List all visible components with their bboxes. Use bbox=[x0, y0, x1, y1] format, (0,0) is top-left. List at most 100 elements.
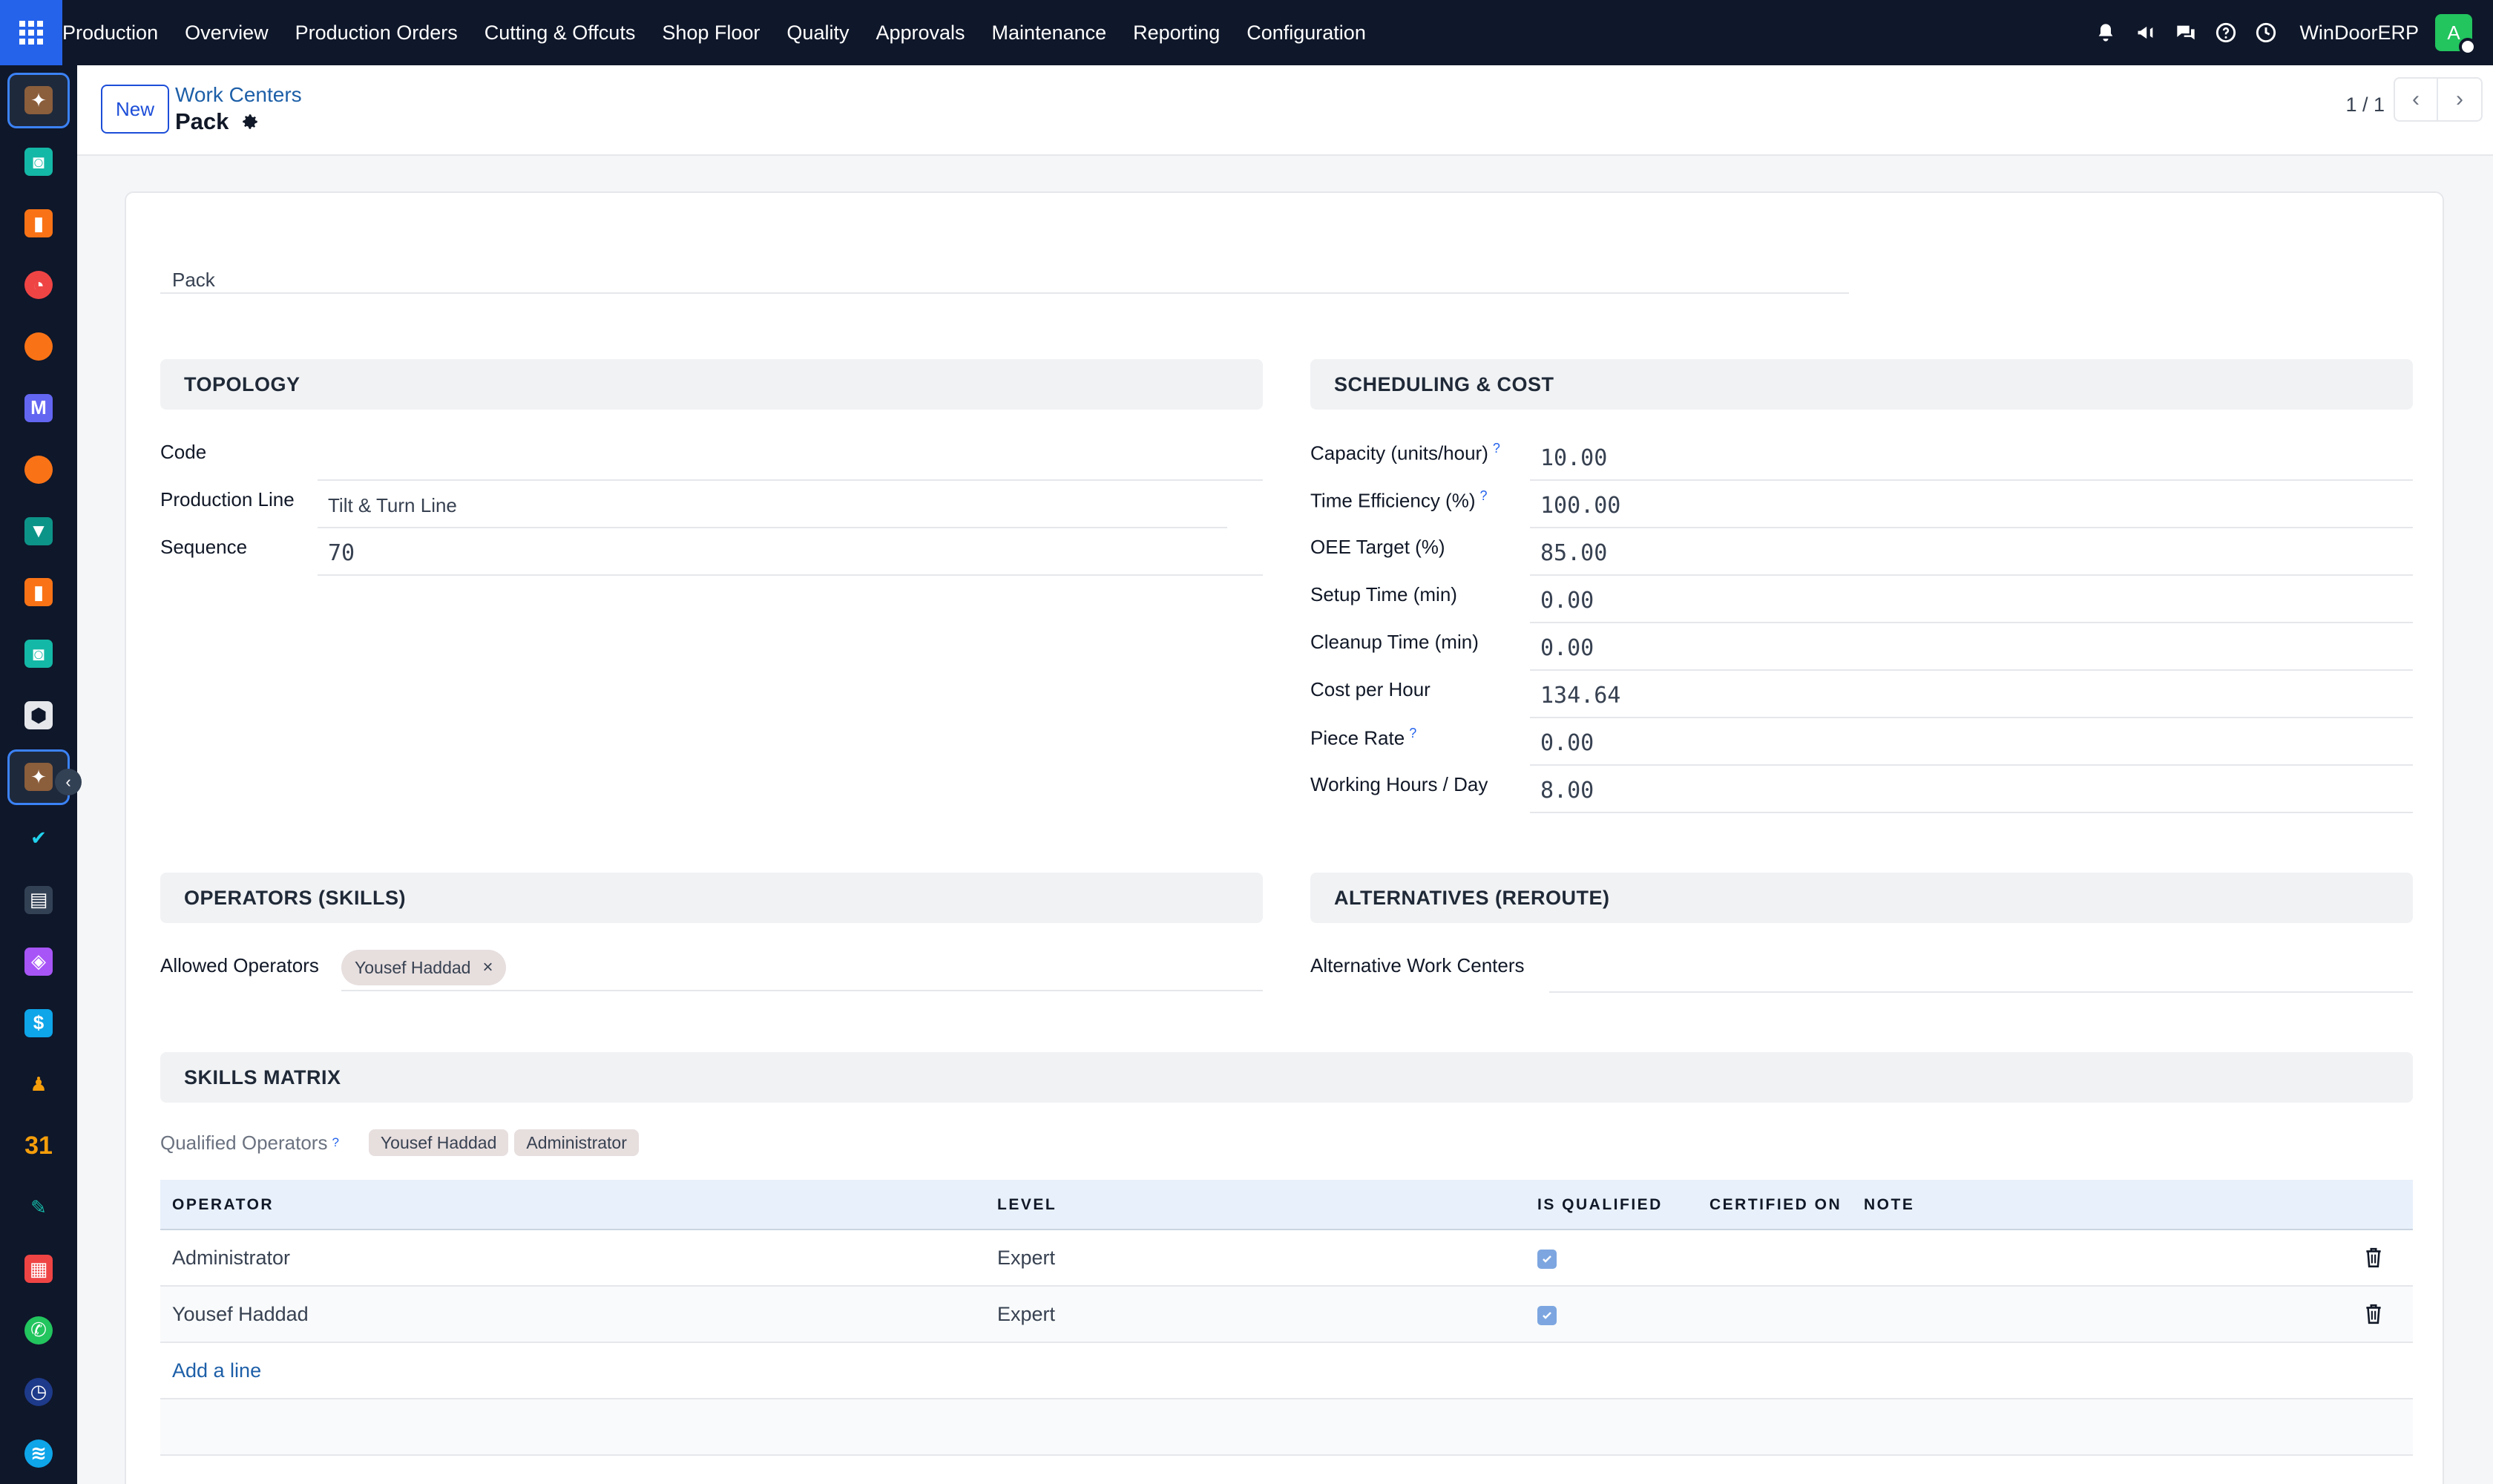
scheduling-label: Cost per Hour bbox=[1310, 678, 1431, 701]
sidebar-item-reporting-2[interactable]: ▮ bbox=[7, 565, 70, 620]
menu-overview[interactable]: Overview bbox=[171, 22, 282, 45]
menu-quality[interactable]: Quality bbox=[773, 22, 862, 45]
sidebar-item-whatsapp[interactable]: ✆ bbox=[7, 1303, 70, 1359]
whatsapp-icon: ✆ bbox=[24, 1316, 53, 1345]
sidebar-item-inventory[interactable]: ⬢ bbox=[7, 688, 70, 743]
sidebar-item-dashboard[interactable]: ▦ bbox=[7, 1241, 70, 1297]
sidebar-item-chat[interactable] bbox=[7, 441, 70, 497]
qualified-checkbox[interactable] bbox=[1537, 1250, 1557, 1269]
sidebar-item-invoice[interactable]: $ bbox=[7, 995, 70, 1051]
sidebar-item-pie[interactable]: ◔ bbox=[7, 257, 70, 313]
sidebar-item-manufacturing[interactable]: ✦ bbox=[7, 73, 70, 128]
gear-icon[interactable] bbox=[240, 112, 260, 131]
alternative-work-centers-input[interactable] bbox=[1549, 948, 2413, 993]
sign-icon: ✎ bbox=[30, 1195, 47, 1218]
scheduling-label-text: Cleanup Time (min) bbox=[1310, 631, 1479, 653]
clock-icon[interactable] bbox=[2255, 22, 2277, 44]
menu-reporting[interactable]: Reporting bbox=[1120, 22, 1233, 45]
sidebar-item-clock[interactable]: ◷ bbox=[7, 1364, 70, 1419]
col-certified-on[interactable]: CERTIFIED ON bbox=[1709, 1196, 1842, 1214]
sidebar-item-mail[interactable]: M bbox=[7, 380, 70, 436]
pager: ‹ › bbox=[2394, 77, 2483, 122]
systray: WinDoorERP A bbox=[2086, 0, 2493, 65]
help-icon[interactable]: ? bbox=[1480, 488, 1488, 503]
grid-icon bbox=[19, 21, 43, 45]
code-input[interactable] bbox=[318, 436, 1263, 481]
sidebar-item-reporting[interactable]: ▮ bbox=[7, 196, 70, 252]
sequence-input[interactable]: 70 bbox=[318, 531, 1263, 576]
section-scheduling-cost: SCHEDULING & COST bbox=[1310, 359, 2413, 410]
trash-icon[interactable] bbox=[2364, 1247, 2383, 1269]
scheduling-input[interactable]: 100.00 bbox=[1530, 484, 2413, 528]
help-icon[interactable]: ? bbox=[1493, 441, 1500, 456]
menu-maintenance[interactable]: Maintenance bbox=[979, 22, 1120, 45]
sequence-label: Sequence bbox=[160, 536, 248, 558]
menu-cutting-offcuts[interactable]: Cutting & Offcuts bbox=[471, 22, 649, 45]
allowed-operators-input[interactable]: Yousef Haddad × bbox=[341, 944, 1263, 991]
cell-operator: Yousef Haddad bbox=[172, 1303, 309, 1325]
table-row[interactable]: Yousef Haddad Expert bbox=[160, 1287, 2413, 1343]
menu-configuration[interactable]: Configuration bbox=[1233, 22, 1379, 45]
help-icon[interactable]: ? bbox=[1409, 726, 1416, 741]
scheduling-input[interactable]: 10.00 bbox=[1530, 436, 2413, 481]
apps-menu-button[interactable] bbox=[0, 0, 62, 65]
company-name[interactable]: WinDoorERP bbox=[2299, 22, 2419, 45]
scheduling-label: Setup Time (min) bbox=[1310, 583, 1457, 606]
app-sidebar: ✦ ◙ ▮ ◔ M ▼ ▮ ◙ ⬢ ✦ ‹ ✔ ▤ ◈ $ ♟ 31 ✎ ▦ ✆… bbox=[0, 65, 82, 1484]
menu-production-orders[interactable]: Production Orders bbox=[282, 22, 471, 45]
breadcrumb-work-centers[interactable]: Work Centers bbox=[175, 83, 302, 107]
help-icon[interactable] bbox=[2215, 22, 2237, 44]
production-line-input[interactable]: Tilt & Turn Line bbox=[318, 484, 1227, 528]
table-row[interactable]: Administrator Expert bbox=[160, 1230, 2413, 1287]
sidebar-item-contacts[interactable]: ◙ bbox=[7, 134, 70, 190]
field-alternative-work-centers: Alternative Work Centers bbox=[1310, 954, 2413, 1002]
field-scheduling: Capacity (units/hour)? 10.00 bbox=[1310, 441, 2413, 488]
scheduling-input[interactable]: 8.00 bbox=[1530, 769, 2413, 813]
col-note[interactable]: NOTE bbox=[1864, 1196, 1914, 1214]
sidebar-item-discuss[interactable] bbox=[7, 319, 70, 375]
close-icon[interactable]: × bbox=[482, 957, 493, 978]
sidebar-item-tasks[interactable]: ✔ bbox=[7, 811, 70, 867]
project-icon: ▼ bbox=[24, 516, 53, 545]
sidebar-item-project[interactable]: ▼ bbox=[7, 503, 70, 559]
sidebar-item-package[interactable]: ◈ bbox=[7, 933, 70, 989]
sidebar-item-manufacturing-active[interactable]: ✦ ‹ bbox=[7, 749, 82, 805]
trash-icon[interactable] bbox=[2364, 1303, 2383, 1325]
col-operator[interactable]: OPERATOR bbox=[172, 1196, 274, 1214]
chevron-left-icon[interactable]: ‹ bbox=[2394, 77, 2438, 122]
new-button[interactable]: New bbox=[101, 85, 169, 134]
scheduling-label-text: Setup Time (min) bbox=[1310, 583, 1457, 605]
work-center-name-field[interactable]: Pack bbox=[160, 234, 1849, 294]
scheduling-input[interactable]: 0.00 bbox=[1530, 626, 2413, 671]
pager-value[interactable]: 1 / 1 bbox=[2345, 93, 2385, 116]
col-is-qualified[interactable]: IS QUALIFIED bbox=[1537, 1196, 1663, 1214]
qualified-checkbox[interactable] bbox=[1537, 1306, 1557, 1325]
menu-shop-floor[interactable]: Shop Floor bbox=[648, 22, 773, 45]
qualified-operators-row: Qualified Operators ? Yousef Haddad Admi… bbox=[160, 1129, 645, 1156]
sidebar-item-swirl[interactable]: ≋ bbox=[7, 1425, 70, 1481]
chat-icon[interactable] bbox=[2175, 22, 2197, 44]
help-icon[interactable]: ? bbox=[332, 1135, 338, 1150]
chevron-left-icon[interactable]: ‹ bbox=[55, 768, 82, 795]
col-level[interactable]: LEVEL bbox=[997, 1196, 1057, 1214]
megaphone-icon[interactable] bbox=[2135, 22, 2157, 44]
code-label: Code bbox=[160, 441, 207, 463]
scheduling-input[interactable]: 85.00 bbox=[1530, 531, 2413, 576]
sidebar-item-knowledge[interactable]: ▤ bbox=[7, 872, 70, 928]
user-menu[interactable]: A bbox=[2435, 14, 2477, 56]
bell-icon[interactable] bbox=[2095, 22, 2117, 44]
dashboard-icon: ▦ bbox=[24, 1255, 53, 1284]
menu-production[interactable]: Production bbox=[62, 22, 171, 45]
sidebar-item-sign[interactable]: ✎ bbox=[7, 1180, 70, 1235]
table-header: OPERATOR LEVEL IS QUALIFIED CERTIFIED ON… bbox=[160, 1180, 2413, 1230]
sidebar-item-contacts-2[interactable]: ◙ bbox=[7, 626, 70, 682]
scheduling-label: Cleanup Time (min) bbox=[1310, 631, 1479, 654]
sidebar-item-employees[interactable]: ♟ bbox=[7, 1057, 70, 1112]
scheduling-input[interactable]: 0.00 bbox=[1530, 721, 2413, 766]
scheduling-input[interactable]: 0.00 bbox=[1530, 579, 2413, 623]
chevron-right-icon[interactable]: › bbox=[2438, 77, 2483, 122]
add-line-link[interactable]: Add a line bbox=[172, 1359, 261, 1382]
sidebar-item-calendar[interactable]: 31 bbox=[7, 1118, 70, 1174]
menu-approvals[interactable]: Approvals bbox=[862, 22, 978, 45]
scheduling-input[interactable]: 134.64 bbox=[1530, 674, 2413, 718]
